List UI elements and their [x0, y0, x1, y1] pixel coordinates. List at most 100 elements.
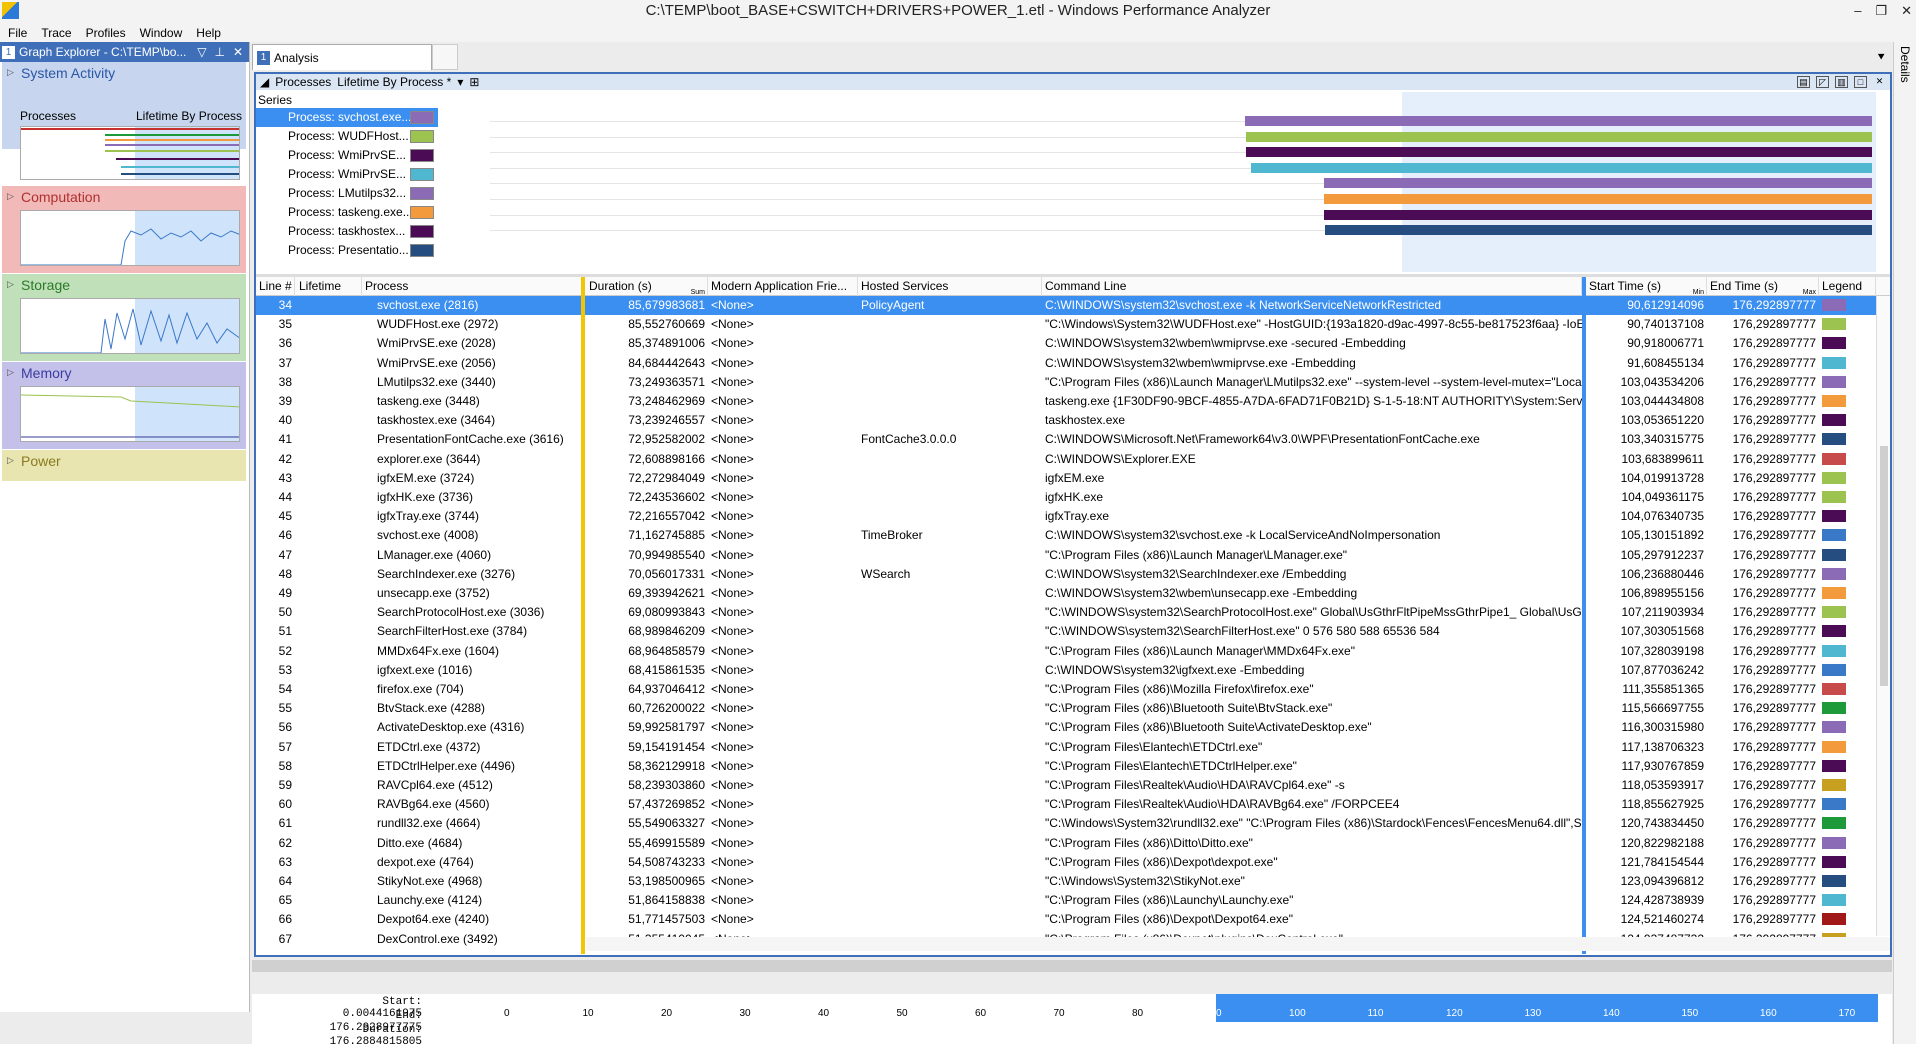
- col-process[interactable]: Process: [362, 277, 582, 296]
- zoom-control[interactable]: ⇹ 0 50 100 150: [0, 1012, 250, 1044]
- collapse-icon[interactable]: ◢: [260, 75, 269, 89]
- storage-thumbnail[interactable]: [20, 298, 240, 354]
- memory-thumbnail[interactable]: [20, 386, 240, 442]
- tab-menu-icon[interactable]: ⯆: [1876, 50, 1886, 65]
- table-row[interactable]: 46 svchost.exe (4008) 71,162745885 <None> Ti…: [256, 526, 1890, 545]
- series-item[interactable]: Process: taskeng.exe...: [256, 203, 438, 222]
- preset-dropdown-arrow-icon[interactable]: ▾: [457, 75, 463, 89]
- expand-arrow-icon[interactable]: ▷: [7, 367, 14, 378]
- table-row[interactable]: 45 igfxTray.exe (3744) 72,216557042 <None> i…: [256, 507, 1890, 526]
- table-row[interactable]: 54 firefox.exe (704) 64,937046412 <None> "C:…: [256, 680, 1890, 699]
- table-row[interactable]: 34 svchost.exe (2816) 85,679983681 <None> Po…: [256, 296, 1890, 316]
- series-item[interactable]: Process: Presentatio...: [256, 241, 438, 260]
- lifetime-graph[interactable]: [440, 92, 1876, 272]
- table-row[interactable]: 51 SearchFilterHost.exe (3784) 68,98984620…: [256, 622, 1890, 641]
- preset-dropdown[interactable]: Lifetime By Process *: [337, 75, 451, 89]
- process-lifetime-bar[interactable]: [1324, 209, 1872, 220]
- col-legend[interactable]: Legend: [1819, 277, 1876, 296]
- view-editor-icon[interactable]: ⊞: [469, 75, 479, 89]
- table-row[interactable]: 63 dexpot.exe (4764) 54,508743233 <None> "C:…: [256, 853, 1890, 872]
- table-row[interactable]: 59 RAVCpl64.exe (4512) 58,239303860 <None> "…: [256, 776, 1890, 795]
- graphing-divider[interactable]: [1582, 277, 1586, 954]
- table-row[interactable]: 48 SearchIndexer.exe (3276) 70,056017331 <N…: [256, 565, 1890, 584]
- category-system-activity[interactable]: ▷ System Activity Processes Lifetime By …: [2, 62, 246, 180]
- col-end-time[interactable]: End Time (s) Max: [1707, 277, 1819, 296]
- table-row[interactable]: 61 rundll32.exe (4664) 55,549063327 <None> "…: [256, 814, 1890, 833]
- timeline-ruler[interactable]: 0 10 20 30 40 50 60 70 80 90 100 110 120 130 140 150 160…: [504, 994, 1892, 1044]
- table-row[interactable]: 62 Ditto.exe (4684) 55,469915589 <None> "C:\…: [256, 834, 1890, 853]
- table-name[interactable]: Processes: [275, 75, 331, 89]
- col-modern-app[interactable]: Modern Application Frie...: [708, 277, 858, 296]
- expand-arrow-icon[interactable]: ▷: [7, 67, 14, 78]
- table-row[interactable]: 50 SearchProtocolHost.exe (3036) 69,080993…: [256, 603, 1890, 622]
- grouping-divider[interactable]: [581, 277, 585, 954]
- menu-window[interactable]: Window: [140, 24, 183, 42]
- graph-explorer-tab[interactable]: 1 Graph Explorer - C:\TEMP\bo... ▽ ⊥ ✕: [0, 42, 249, 62]
- table-row[interactable]: 49 unsecapp.exe (3752) 69,393942621 <None> C…: [256, 584, 1890, 603]
- col-command-line[interactable]: Command Line: [1042, 277, 1582, 296]
- ruler-selection[interactable]: [1216, 994, 1878, 1022]
- category-power[interactable]: ▷ Power: [2, 450, 246, 482]
- table-row[interactable]: 57 ETDCtrl.exe (4372) 59,154191454 <None> "C…: [256, 738, 1890, 757]
- category-memory[interactable]: ▷ Memory: [2, 362, 246, 450]
- category-storage[interactable]: ▷ Storage: [2, 274, 246, 362]
- minimize-button[interactable]: –: [1854, 0, 1861, 22]
- table-row[interactable]: 58 ETDCtrlHelper.exe (4496) 58,362129918 <N…: [256, 757, 1890, 776]
- analysis-tab[interactable]: 1 Analysis: [252, 44, 432, 70]
- table-row[interactable]: 66 Dexpot64.exe (4240) 51,771457503 <None> "…: [256, 910, 1890, 929]
- table-row[interactable]: 56 ActivateDesktop.exe (4316) 59,992581797…: [256, 718, 1890, 737]
- table-row[interactable]: 60 RAVBg64.exe (4560) 57,437269852 <None> "C…: [256, 795, 1890, 814]
- close-icon[interactable]: ✕: [233, 45, 243, 59]
- series-item[interactable]: Process: svchost.exe...: [256, 108, 438, 127]
- table-row[interactable]: 41 PresentationFontCache.exe (3616) 72,952…: [256, 430, 1890, 449]
- process-lifetime-bar[interactable]: [1246, 131, 1872, 142]
- series-item[interactable]: Process: WUDFHost...: [256, 127, 438, 146]
- maximize-icon[interactable]: □: [1854, 76, 1867, 88]
- category-computation[interactable]: ▷ Computation: [2, 186, 246, 274]
- close-button[interactable]: ✕: [1901, 0, 1912, 22]
- col-hosted-services[interactable]: Hosted Services: [858, 277, 1042, 296]
- table-horizontal-scrollbar[interactable]: [586, 937, 1890, 951]
- table-row[interactable]: 35 WUDFHost.exe (2972) 85,552760669 <None> "…: [256, 315, 1890, 334]
- system-activity-thumbnail[interactable]: [20, 126, 240, 180]
- table-vertical-scrollbar[interactable]: [1876, 296, 1890, 936]
- table-row[interactable]: 64 StikyNot.exe (4968) 53,198500965 <None> "…: [256, 872, 1890, 891]
- table-row[interactable]: 52 MMDx64Fx.exe (1604) 68,964858579 <None> "…: [256, 642, 1890, 661]
- table-row[interactable]: 47 LManager.exe (4060) 70,994985540 <None> "…: [256, 546, 1890, 565]
- dropdown-icon[interactable]: ▽: [197, 45, 206, 59]
- col-lifetime[interactable]: Lifetime: [296, 277, 362, 296]
- table-row[interactable]: 37 WmiPrvSE.exe (2056) 84,684442643 <None> C…: [256, 354, 1890, 373]
- menu-file[interactable]: File: [8, 24, 27, 42]
- table-row[interactable]: 42 explorer.exe (3644) 72,608898166 <None> C…: [256, 450, 1890, 469]
- table-row[interactable]: 43 igfxEM.exe (3724) 72,272984049 <None> igf…: [256, 469, 1890, 488]
- process-lifetime-bar[interactable]: [1251, 162, 1872, 173]
- series-item[interactable]: Process: WmiPrvSE...: [256, 165, 438, 184]
- pin-icon[interactable]: ⊥: [214, 45, 224, 59]
- details-sidebar[interactable]: Details: [1893, 42, 1916, 1044]
- scrollbar-thumb[interactable]: [1880, 446, 1888, 686]
- table-row[interactable]: 53 igfxext.exe (1016) 68,415861535 <None> C:…: [256, 661, 1890, 680]
- process-lifetime-bar[interactable]: [1324, 194, 1872, 204]
- expand-arrow-icon[interactable]: ▷: [7, 191, 14, 202]
- series-item[interactable]: Process: taskhostex...: [256, 222, 438, 241]
- expand-arrow-icon[interactable]: ▷: [7, 455, 14, 466]
- col-duration[interactable]: Duration (s) Sum: [586, 277, 708, 296]
- restore-button[interactable]: ❐: [1875, 0, 1887, 22]
- table-row[interactable]: 55 BtvStack.exe (4288) 60,726200022 <None> "…: [256, 699, 1890, 718]
- graph-only-icon[interactable]: ◸: [1816, 76, 1829, 88]
- close-panel-icon[interactable]: ✕: [1873, 76, 1886, 88]
- table-only-icon[interactable]: ▥: [1835, 76, 1848, 88]
- table-row[interactable]: 44 igfxHK.exe (3736) 72,243536602 <None> igf…: [256, 488, 1890, 507]
- process-lifetime-bar[interactable]: [1246, 147, 1872, 158]
- expand-arrow-icon[interactable]: ▷: [7, 279, 14, 290]
- process-lifetime-bar[interactable]: [1245, 116, 1872, 126]
- process-lifetime-bar[interactable]: [1324, 178, 1872, 189]
- table-row[interactable]: 40 taskhostex.exe (3464) 73,239246557 <None…: [256, 411, 1890, 430]
- menu-profiles[interactable]: Profiles: [86, 24, 126, 42]
- series-item[interactable]: Process: WmiPrvSE...: [256, 146, 438, 165]
- col-start-time[interactable]: Start Time (s) Min: [1586, 277, 1707, 296]
- menu-help[interactable]: Help: [196, 24, 221, 42]
- table-row[interactable]: 38 LMutilps32.exe (3440) 73,249363571 <None…: [256, 373, 1890, 392]
- new-analysis-tab[interactable]: [432, 44, 458, 70]
- computation-thumbnail[interactable]: [20, 210, 240, 266]
